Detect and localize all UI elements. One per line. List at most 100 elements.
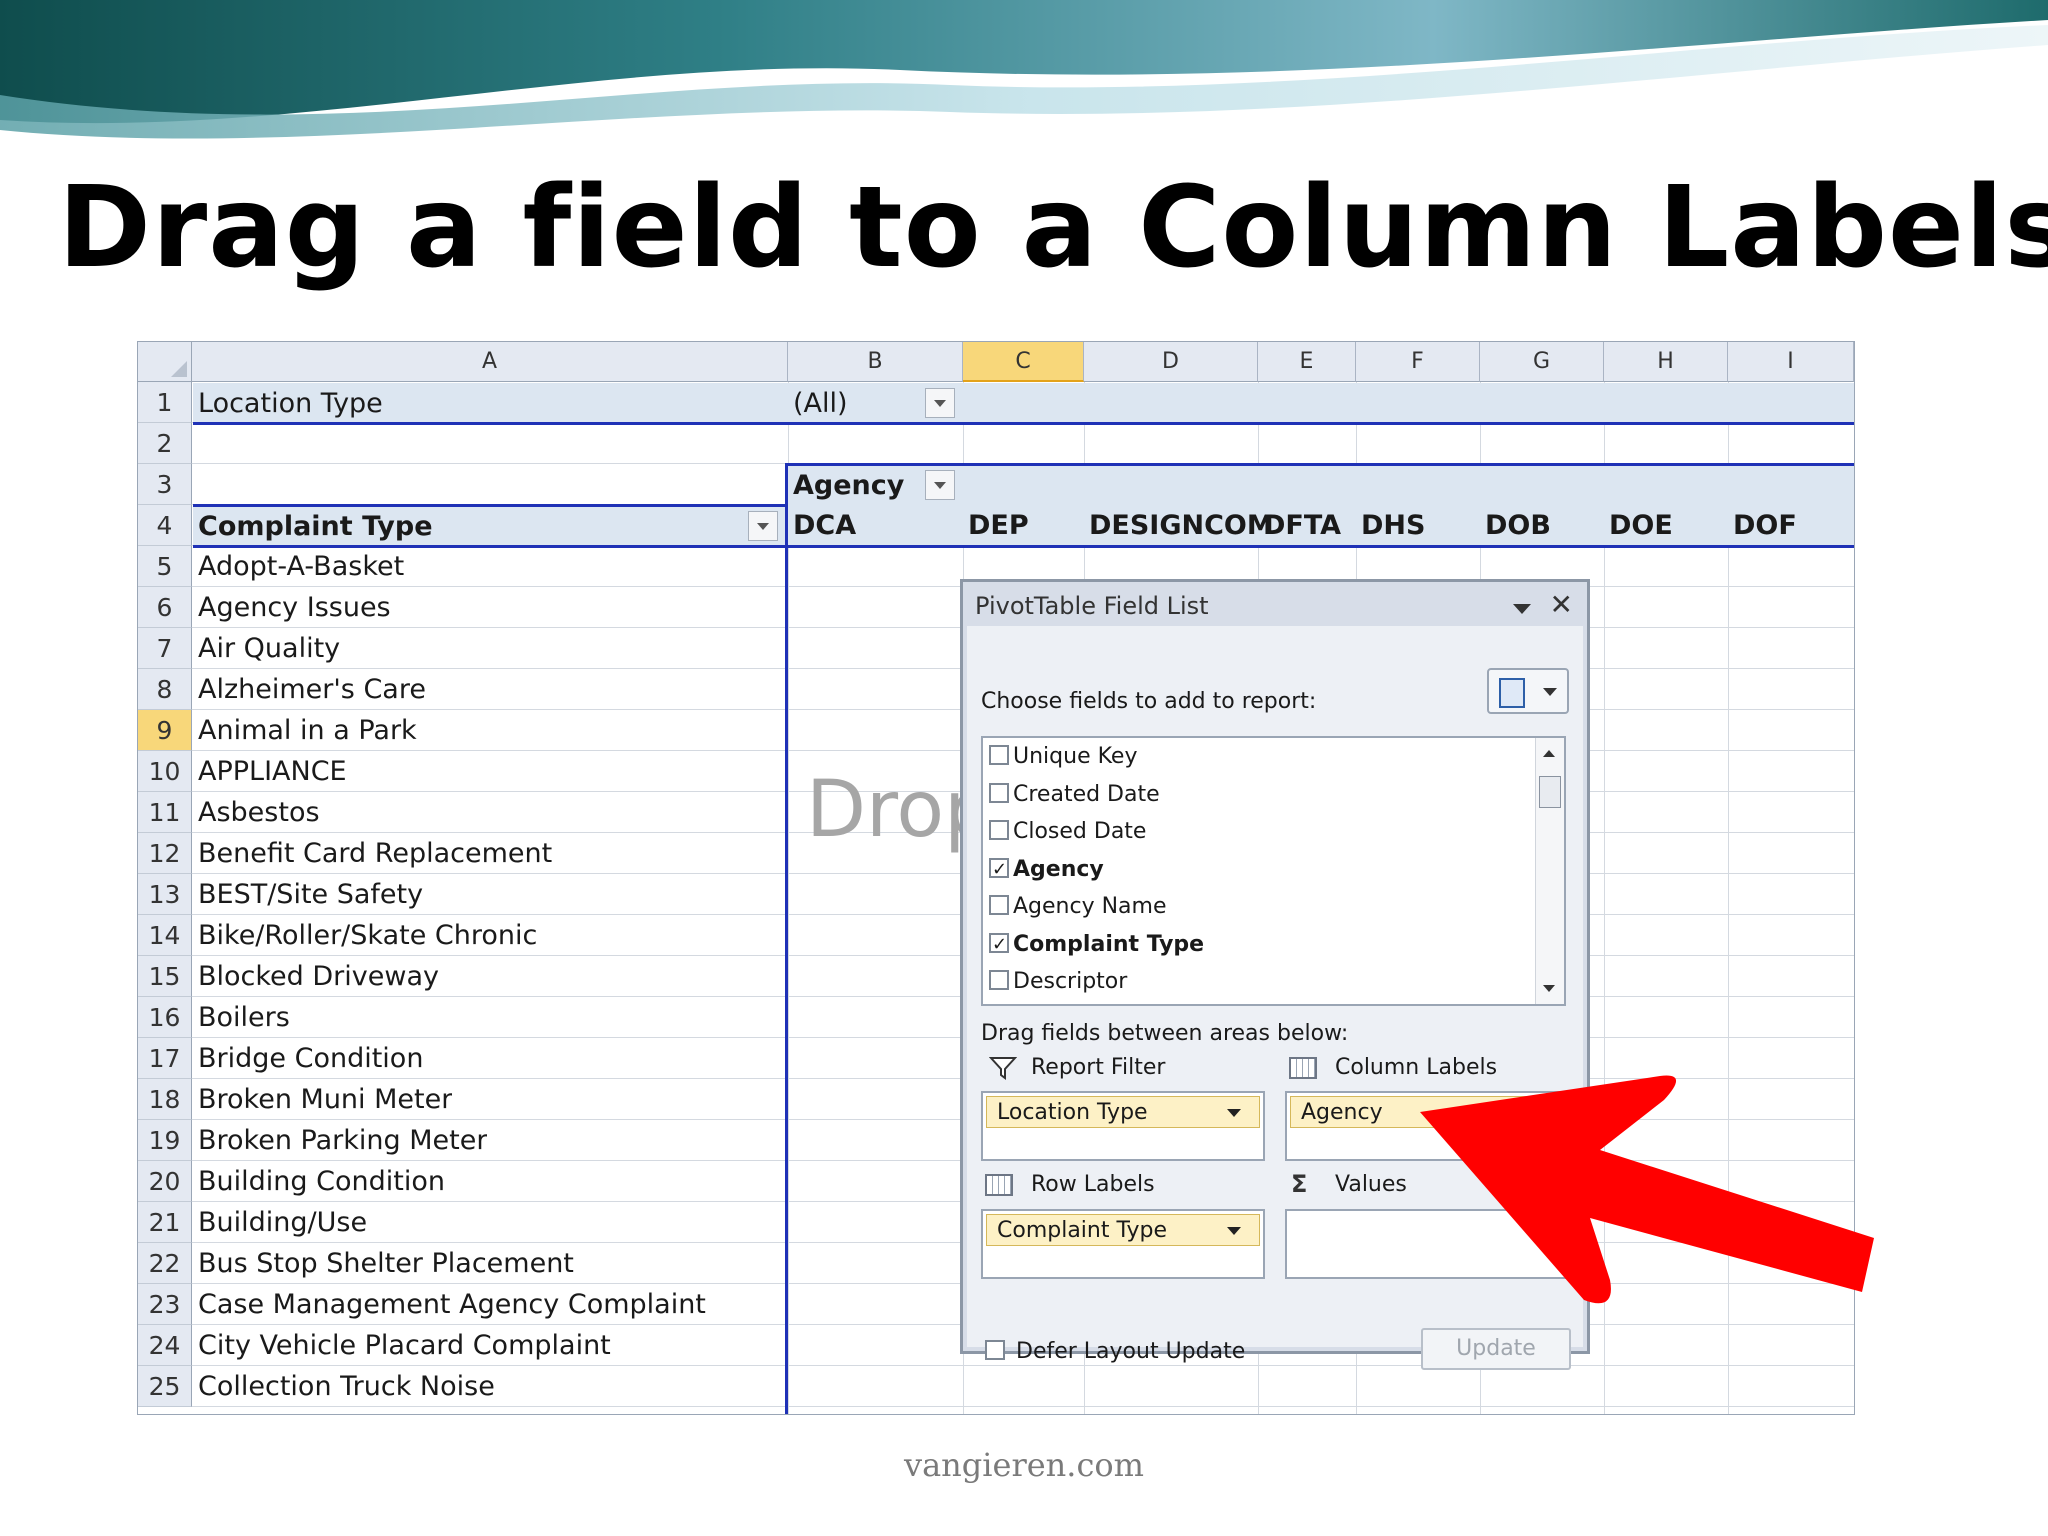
row-item-cell[interactable]: Collection Truck Noise xyxy=(198,1366,495,1407)
field-item[interactable]: Created Date xyxy=(989,780,1160,810)
row-item-cell[interactable]: City Vehicle Placard Complaint xyxy=(198,1325,611,1366)
column-header-a[interactable]: A xyxy=(192,342,788,382)
row-header-24[interactable]: 24 xyxy=(138,1325,192,1366)
row-header-5[interactable]: 5 xyxy=(138,546,192,587)
column-item-cell[interactable]: DOB xyxy=(1485,505,1551,546)
row-header-25[interactable]: 25 xyxy=(138,1366,192,1407)
row-header-23[interactable]: 23 xyxy=(138,1284,192,1325)
scroll-thumb[interactable] xyxy=(1539,776,1561,808)
row-item-cell[interactable]: Animal in a Park xyxy=(198,710,417,751)
row-item-cell[interactable]: Adopt-A-Basket xyxy=(198,546,404,587)
column-item-cell[interactable]: DOE xyxy=(1609,505,1673,546)
field-item[interactable]: Agency xyxy=(989,855,1104,885)
column-item-cell[interactable]: DESIGNCOM xyxy=(1089,505,1274,546)
scroll-down-icon[interactable] xyxy=(1543,985,1555,992)
row-header-20[interactable]: 20 xyxy=(138,1161,192,1202)
column-header-h[interactable]: H xyxy=(1604,342,1728,382)
row-header-17[interactable]: 17 xyxy=(138,1038,192,1079)
update-button[interactable]: Update xyxy=(1421,1328,1571,1370)
report-filter-area[interactable]: Location Type xyxy=(981,1091,1265,1161)
row-header-8[interactable]: 8 xyxy=(138,669,192,710)
row-item-cell[interactable]: Broken Muni Meter xyxy=(198,1079,452,1120)
field-checkbox[interactable] xyxy=(989,855,1009,885)
row-header-14[interactable]: 14 xyxy=(138,915,192,956)
field-listbox[interactable]: Unique Key Created Date Closed Date Agency A… xyxy=(981,736,1566,1006)
row-header-2[interactable]: 2 xyxy=(138,423,192,464)
field-checkbox[interactable] xyxy=(989,820,1009,840)
row-item-cell[interactable]: Building/Use xyxy=(198,1202,367,1243)
row-header-1[interactable]: 1 xyxy=(138,382,192,423)
row-item-cell[interactable]: Bus Stop Shelter Placement xyxy=(198,1243,574,1284)
select-all-corner[interactable] xyxy=(138,342,192,382)
report-filter-chip[interactable]: Location Type xyxy=(986,1096,1260,1128)
row-header-9[interactable]: 9 xyxy=(138,710,192,751)
row-header-15[interactable]: 15 xyxy=(138,956,192,997)
row-item-cell[interactable]: Bridge Condition xyxy=(198,1038,423,1079)
field-checkbox[interactable] xyxy=(989,745,1009,765)
row-item-cell[interactable]: Asbestos xyxy=(198,792,320,833)
row-item-cell[interactable]: Alzheimer's Care xyxy=(198,669,426,710)
row-item-cell[interactable]: BEST/Site Safety xyxy=(198,874,423,915)
row-item-cell[interactable]: APPLIANCE xyxy=(198,751,347,792)
pane-options-chevron-icon[interactable] xyxy=(1513,604,1531,614)
values-area[interactable] xyxy=(1285,1209,1569,1279)
row-field-dropdown-button[interactable] xyxy=(748,511,778,541)
close-icon[interactable]: ✕ xyxy=(1550,588,1573,621)
row-header-3[interactable]: 3 xyxy=(138,464,192,505)
scroll-up-icon[interactable] xyxy=(1543,750,1555,757)
column-header-e[interactable]: E xyxy=(1258,342,1356,382)
field-item[interactable]: Complaint Type xyxy=(989,930,1204,960)
row-header-10[interactable]: 10 xyxy=(138,751,192,792)
field-item[interactable]: Unique Key xyxy=(989,742,1137,772)
field-item[interactable]: Agency Name xyxy=(989,892,1167,922)
field-checkbox[interactable] xyxy=(989,930,1009,960)
row-item-cell[interactable]: Air Quality xyxy=(198,628,340,669)
row-header-7[interactable]: 7 xyxy=(138,628,192,669)
field-checkbox[interactable] xyxy=(989,895,1009,915)
column-item-cell[interactable]: DFTA xyxy=(1263,505,1341,546)
column-field-dropdown-button[interactable] xyxy=(925,470,955,500)
column-item-cell[interactable]: DEP xyxy=(968,505,1029,546)
row-header-6[interactable]: 6 xyxy=(138,587,192,628)
row-item-cell[interactable]: Agency Issues xyxy=(198,587,391,628)
row-item-cell[interactable]: Benefit Card Replacement xyxy=(198,833,552,874)
column-item-cell[interactable]: DHS xyxy=(1361,505,1425,546)
column-labels-chip[interactable]: Agency xyxy=(1290,1096,1564,1128)
column-header-g[interactable]: G xyxy=(1480,342,1604,382)
row-header-21[interactable]: 21 xyxy=(138,1202,192,1243)
defer-layout-checkbox[interactable] xyxy=(985,1340,1005,1360)
column-header-d[interactable]: D xyxy=(1084,342,1258,382)
column-header-c[interactable]: C xyxy=(963,342,1084,382)
field-checkbox[interactable] xyxy=(989,970,1009,990)
column-header-b[interactable]: B xyxy=(788,342,963,382)
field-item[interactable]: Descriptor xyxy=(989,967,1127,997)
field-checkbox[interactable] xyxy=(989,782,1009,803)
row-header-4[interactable]: 4 xyxy=(138,505,192,546)
column-header-i[interactable]: I xyxy=(1728,342,1854,382)
row-item-cell[interactable]: Blocked Driveway xyxy=(198,956,439,997)
field-list-scrollbar[interactable] xyxy=(1535,738,1564,1004)
row-item-cell[interactable]: Broken Parking Meter xyxy=(198,1120,487,1161)
column-labels-area[interactable]: Agency xyxy=(1285,1091,1569,1161)
column-header-f[interactable]: F xyxy=(1356,342,1480,382)
defer-layout-update[interactable]: Defer Layout Update xyxy=(985,1339,1245,1364)
row-header-13[interactable]: 13 xyxy=(138,874,192,915)
row-labels-area[interactable]: Complaint Type xyxy=(981,1209,1265,1279)
row-item-cell[interactable]: Case Management Agency Complaint xyxy=(198,1284,706,1325)
field-item[interactable]: Closed Date xyxy=(989,817,1146,847)
pivottable-field-list[interactable]: PivotTable Field List ✕ Choose fields to… xyxy=(960,579,1590,1370)
row-header-22[interactable]: 22 xyxy=(138,1243,192,1284)
row-header-12[interactable]: 12 xyxy=(138,833,192,874)
row-item-cell[interactable]: Building Condition xyxy=(198,1161,445,1202)
row-item-cell[interactable]: Boilers xyxy=(198,997,290,1038)
row-header-16[interactable]: 16 xyxy=(138,997,192,1038)
row-header-19[interactable]: 19 xyxy=(138,1120,192,1161)
column-item-cell[interactable]: DOF xyxy=(1733,505,1797,546)
field-list-layout-button[interactable] xyxy=(1487,668,1569,714)
row-item-cell[interactable]: Bike/Roller/Skate Chronic xyxy=(198,915,537,956)
row-labels-chip[interactable]: Complaint Type xyxy=(986,1214,1260,1246)
filter-dropdown-button[interactable] xyxy=(925,388,955,418)
column-item-cell[interactable]: DCA xyxy=(793,505,856,546)
row-header-18[interactable]: 18 xyxy=(138,1079,192,1120)
row-header-11[interactable]: 11 xyxy=(138,792,192,833)
